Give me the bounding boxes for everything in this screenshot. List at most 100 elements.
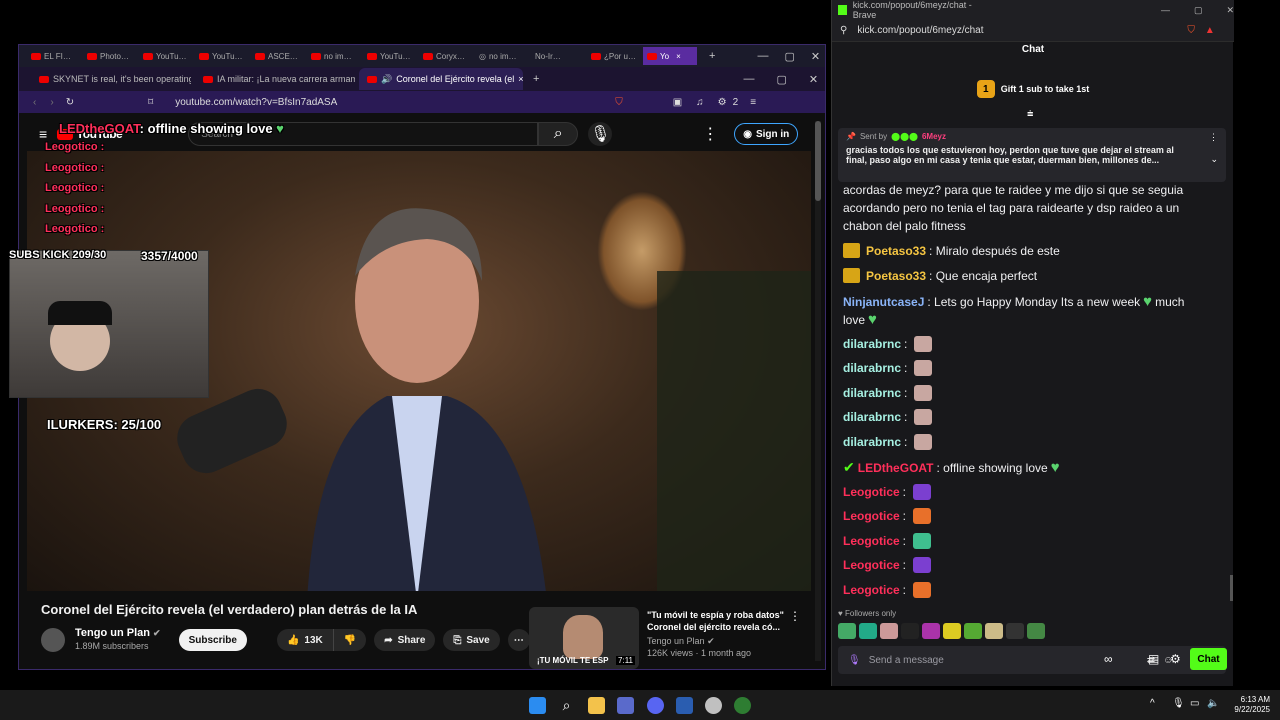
minimize-icon[interactable]: — <box>757 50 768 62</box>
scrollbar[interactable] <box>815 121 821 661</box>
minimize-icon[interactable]: — <box>1161 5 1170 15</box>
emote-icon[interactable] <box>838 623 856 639</box>
chat-username[interactable]: Leogotice <box>843 534 900 548</box>
related-thumbnail[interactable]: ¡TU MÓVIL TE ESP 7:11 <box>529 607 639 669</box>
brave-shield-icon[interactable]: ⛉ <box>615 97 623 108</box>
emote-icon[interactable] <box>859 623 877 639</box>
search-button[interactable]: ⌕ <box>538 122 579 146</box>
emote-icon[interactable] <box>880 623 898 639</box>
menu-icon[interactable]: ≡ <box>750 97 756 108</box>
extension-count[interactable]: 2 <box>733 97 739 108</box>
related-more-icon[interactable]: ⋮ <box>789 609 801 623</box>
emote-icon[interactable] <box>985 623 1003 639</box>
close-window-icon[interactable]: ✕ <box>1226 5 1234 16</box>
gift-bar[interactable]: 1 Gift 1 sub to take 1st <box>832 78 1234 100</box>
emote-icon[interactable] <box>943 623 961 639</box>
chat-username[interactable]: Leogotice <box>843 558 900 572</box>
search-icon[interactable]: ⌕ <box>558 697 575 714</box>
new-tab-icon[interactable]: + <box>709 50 715 62</box>
close-icon[interactable]: × <box>676 52 681 61</box>
chat-username[interactable]: NinjanutcaseJ <box>843 295 924 309</box>
subscribe-button[interactable]: Subscribe <box>178 629 247 651</box>
reload-icon[interactable]: ↻ <box>66 97 74 108</box>
channel-avatar[interactable] <box>41 628 65 652</box>
network-icon[interactable]: ▭ <box>1190 698 1199 709</box>
close-icon[interactable]: × <box>518 74 523 84</box>
outer-tab[interactable]: no im… <box>307 47 361 65</box>
outer-tab[interactable]: No-Ir… <box>531 47 585 65</box>
maximize-icon[interactable]: ▢ <box>776 73 786 86</box>
save-button[interactable]: ⎘ Save <box>443 629 500 651</box>
chevron-down-icon[interactable]: ⌄ <box>1210 154 1218 165</box>
gift-icon[interactable]: ▤ <box>1148 652 1159 666</box>
outer-tab[interactable]: ◎ no im… <box>475 47 529 65</box>
related-info[interactable]: "Tu móvil te espía y roba datos" Coronel… <box>647 609 797 659</box>
outer-tab[interactable]: YouTu… <box>363 47 417 65</box>
chat-scrollbar[interactable] <box>1230 575 1233 601</box>
microphone-tray-icon[interactable]: 🎙 <box>1172 698 1185 709</box>
dislike-button[interactable]: 👎 <box>332 629 367 651</box>
emote-icon[interactable] <box>1027 623 1045 639</box>
chat-username[interactable]: Leogotice <box>843 485 900 499</box>
site-info-icon[interactable]: ⚲ <box>840 25 847 36</box>
tray-chevron-icon[interactable]: ^ <box>1150 698 1155 709</box>
pinned-message[interactable]: 📌 Sent by ⬤⬤⬤ 6Meyz gracias todos los qu… <box>838 128 1226 182</box>
sidebar-icon[interactable]: ▣ <box>673 97 682 108</box>
share-button[interactable]: ➦ Share <box>374 629 436 651</box>
channel-name[interactable]: Tengo un Plan <box>75 627 150 639</box>
app-icon[interactable] <box>676 697 693 714</box>
chat-username[interactable]: Poetaso33 <box>866 269 926 283</box>
like-button[interactable]: 👍 13K <box>276 629 333 651</box>
brave-shield-icon[interactable]: ⛉ <box>1187 25 1195 36</box>
chat-username[interactable]: dilarabrnc <box>843 361 901 375</box>
inner-tab[interactable]: SKYNET is real, it's been operating fo <box>31 68 191 90</box>
chat-username[interactable]: Leogotice <box>843 509 900 523</box>
back-icon[interactable]: ‹ <box>33 97 36 108</box>
sign-in-button[interactable]: ◉ Sign in <box>734 123 799 145</box>
pin-toggle-icon[interactable]: ⋮ <box>1209 132 1218 143</box>
minimize-icon[interactable]: — <box>743 73 754 85</box>
chat-message-input[interactable]: 🎙 Send a message ⇄ ☺ <box>838 646 1226 674</box>
close-window-icon[interactable]: ✕ <box>809 73 818 86</box>
chat-url[interactable]: kick.com/popout/6meyz/chat <box>857 25 1177 36</box>
outer-tab-active[interactable]: Yo × <box>643 47 697 65</box>
xbox-icon[interactable] <box>734 697 751 714</box>
menu-icon[interactable]: ≡ <box>39 126 47 142</box>
store-icon[interactable] <box>617 697 634 714</box>
collapse-icon[interactable]: ⩧ <box>1027 108 1033 121</box>
chat-username[interactable]: LEDtheGOAT <box>858 461 934 475</box>
discord-icon[interactable] <box>647 697 664 714</box>
url-field[interactable]: youtube.com/watch?v=BfsIn7adASA <box>175 97 595 108</box>
close-window-icon[interactable]: ✕ <box>811 50 820 63</box>
volume-icon[interactable]: 🔈 <box>1207 698 1219 709</box>
settings-icon[interactable]: ⚙ <box>1170 652 1181 666</box>
points-icon[interactable]: ∞ <box>1104 652 1113 666</box>
mic-button[interactable]: 🎙 <box>588 122 613 146</box>
maximize-icon[interactable]: ▢ <box>784 50 794 63</box>
file-explorer-icon[interactable] <box>588 697 605 714</box>
outer-tab[interactable]: Coryx… <box>419 47 473 65</box>
chat-username[interactable]: dilarabrnc <box>843 337 901 351</box>
inner-tab[interactable]: IA militar: ¡La nueva carrera armame <box>195 68 355 90</box>
chat-username[interactable]: dilarabrnc <box>843 435 901 449</box>
bookmark-icon[interactable]: ⌑ <box>148 97 153 108</box>
emote-icon[interactable] <box>1006 623 1024 639</box>
outer-tab[interactable]: ASCE… <box>251 47 305 65</box>
inner-tab-active[interactable]: 🔊 Coronel del Ejército revela (el × <box>359 68 523 90</box>
more-options-icon[interactable]: ⋮ <box>702 124 718 144</box>
outer-tab[interactable]: EL FI… <box>27 47 81 65</box>
microphone-icon[interactable]: 🎙 <box>848 655 861 666</box>
outer-tab[interactable]: YouTu… <box>195 47 249 65</box>
chat-username[interactable]: Poetaso33 <box>866 244 926 258</box>
send-chat-button[interactable]: Chat <box>1190 648 1227 670</box>
obs-icon[interactable] <box>705 697 722 714</box>
media-icon[interactable]: ♫ <box>696 97 704 108</box>
wallet-icon[interactable]: ⚙ <box>718 97 727 108</box>
new-tab-icon[interactable]: + <box>533 73 539 85</box>
chat-username[interactable]: dilarabrnc <box>843 410 901 424</box>
rewards-icon[interactable]: ▲ <box>1205 25 1215 36</box>
outer-tab[interactable]: YouTu… <box>139 47 193 65</box>
outer-tab[interactable]: ¿Por u… <box>587 47 641 65</box>
emote-icon[interactable] <box>901 623 919 639</box>
emote-icon[interactable] <box>964 623 982 639</box>
